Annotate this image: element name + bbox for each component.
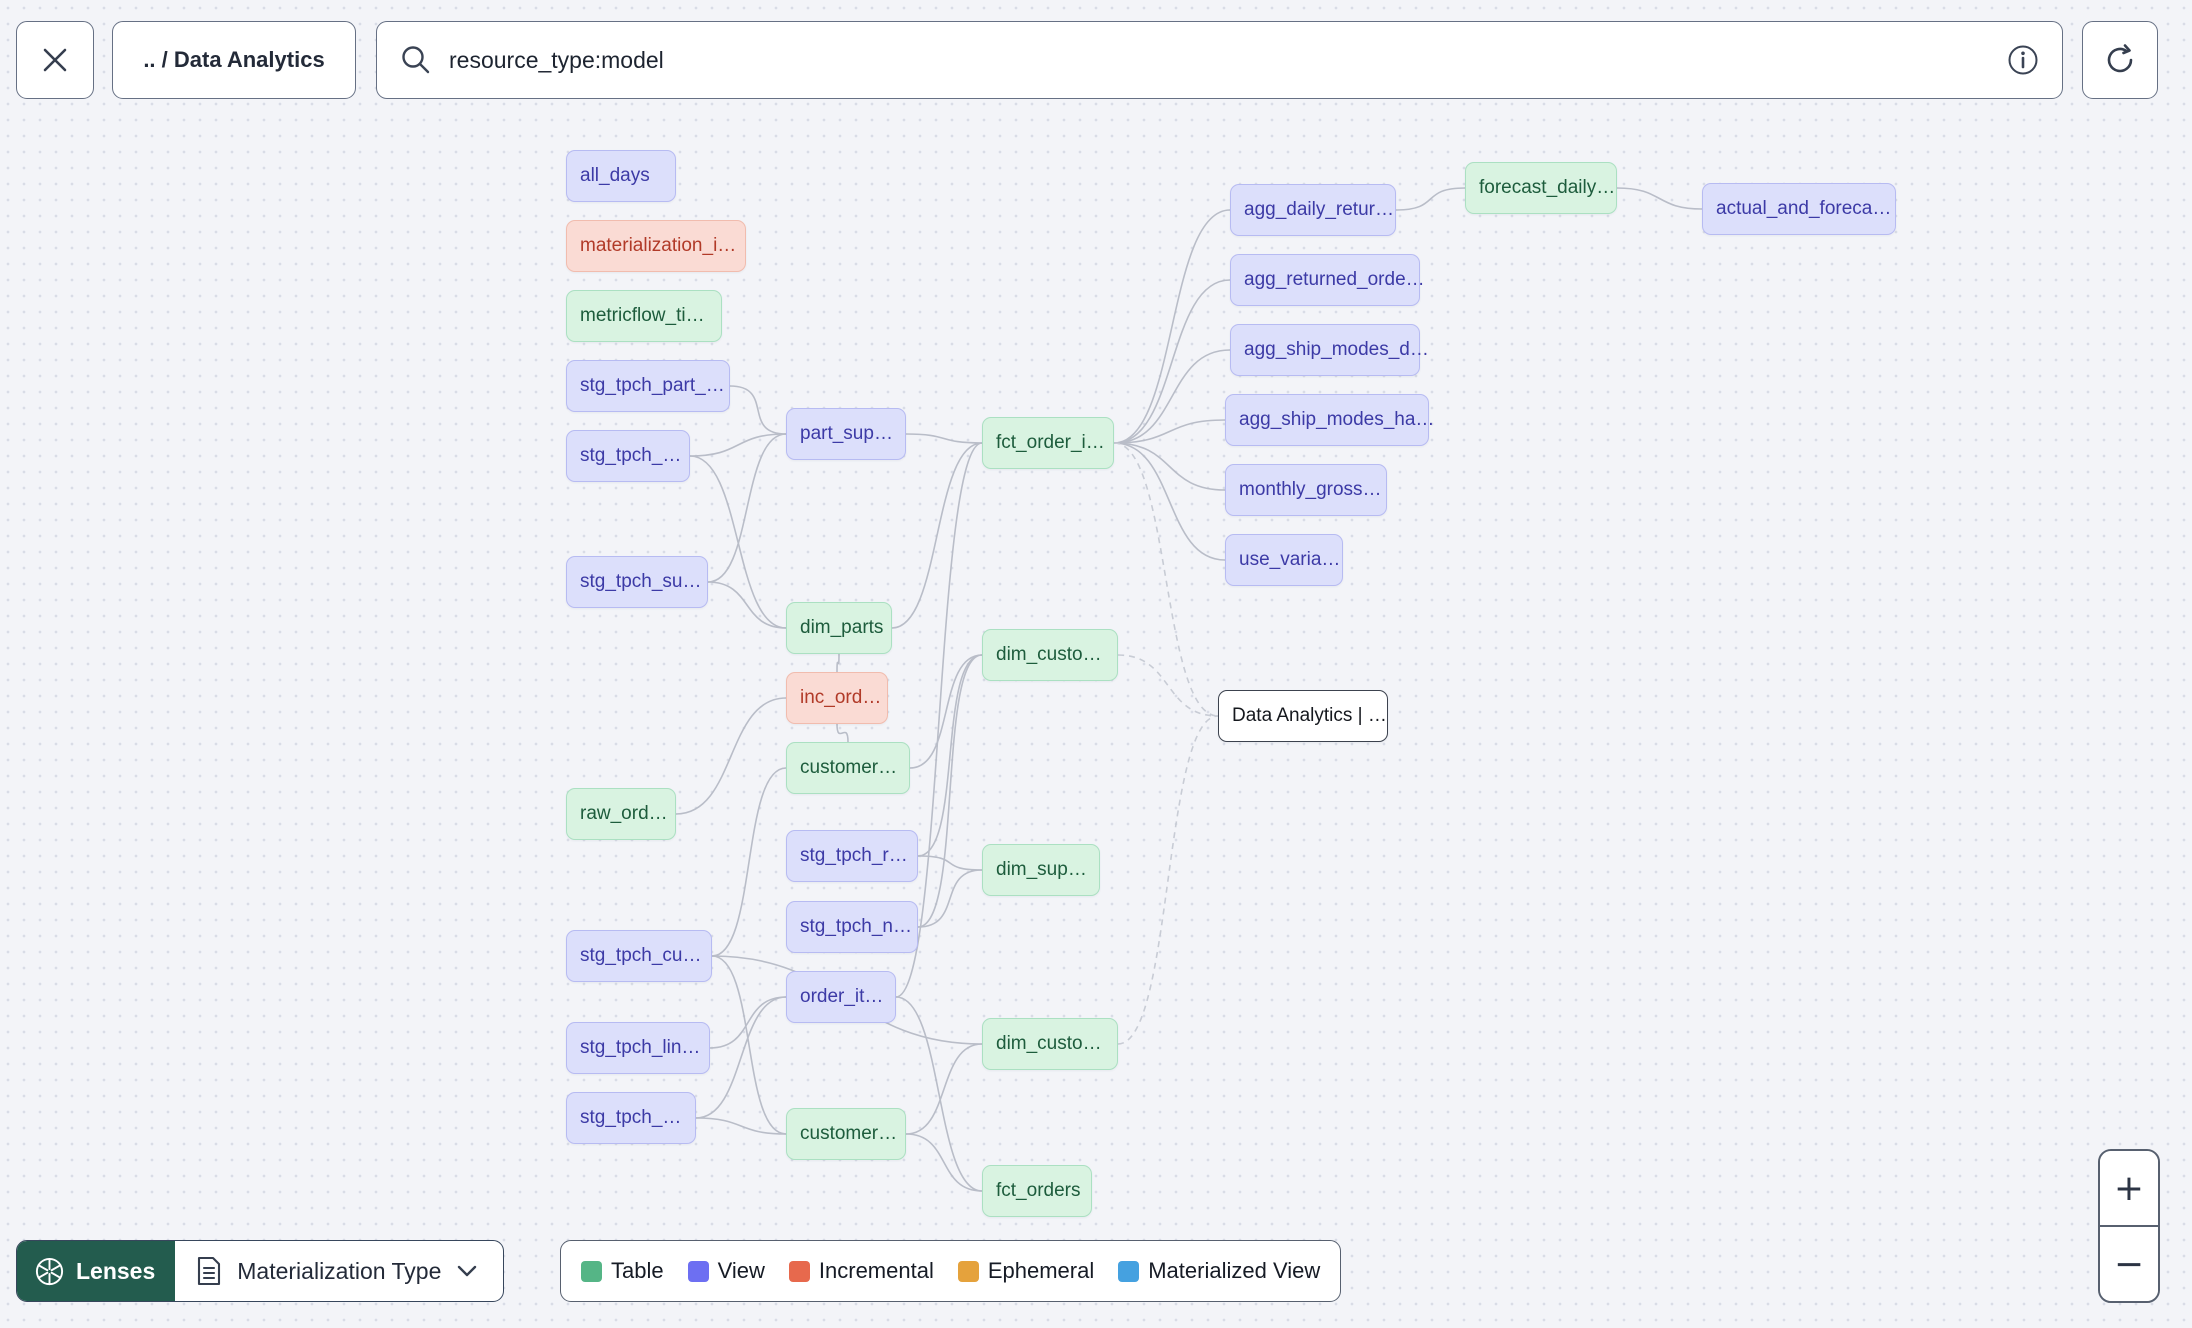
lenses-label: Lenses xyxy=(76,1257,156,1284)
edge xyxy=(836,723,849,743)
edge xyxy=(1113,442,1226,561)
lens-control: Lenses Materialization Type xyxy=(16,1240,505,1302)
legend-label: Materialized View xyxy=(1148,1258,1321,1283)
legend-item-materialized-view: Materialized View xyxy=(1118,1258,1320,1284)
legend-swatch xyxy=(687,1260,709,1282)
edge-dashed xyxy=(1113,442,1219,717)
graph-node-raw_ord[interactable]: raw_ord… xyxy=(566,788,676,840)
graph-node-use_varia[interactable]: use_varia… xyxy=(1225,534,1343,586)
edge xyxy=(689,433,787,457)
edge xyxy=(1113,419,1226,444)
edge xyxy=(711,955,787,1135)
zoom-out-button[interactable]: − xyxy=(2100,1227,2158,1301)
graph-node-inc_ord[interactable]: inc_ord… xyxy=(786,672,888,724)
graph-node-dim_custo2[interactable]: dim_custo… xyxy=(982,1018,1118,1070)
edge xyxy=(707,581,787,629)
legend-item-ephemeral: Ephemeral xyxy=(957,1258,1095,1284)
graph-node-part_sup[interactable]: part_sup… xyxy=(786,408,906,460)
aperture-icon xyxy=(35,1257,64,1285)
info-icon[interactable] xyxy=(2006,43,2040,77)
edge xyxy=(891,442,983,629)
legend-swatch xyxy=(957,1260,979,1282)
legend-swatch xyxy=(581,1260,602,1282)
search-bar[interactable] xyxy=(376,21,2063,99)
graph-node-dim_parts[interactable]: dim_parts xyxy=(786,602,892,654)
edge xyxy=(1113,209,1231,444)
legend-label: Ephemeral xyxy=(987,1258,1095,1283)
edge xyxy=(1616,187,1703,210)
legend-item-table: Table xyxy=(581,1258,664,1284)
edge xyxy=(711,767,787,957)
edge xyxy=(675,697,787,815)
edge-dashed xyxy=(1117,715,1219,1045)
edge xyxy=(905,1133,983,1192)
legend-label: Table xyxy=(611,1258,664,1283)
edge xyxy=(836,653,840,673)
graph-node-monthly_gross[interactable]: monthly_gross… xyxy=(1225,464,1387,516)
search-input[interactable] xyxy=(449,46,2006,74)
edge xyxy=(905,433,983,444)
document-icon xyxy=(198,1256,221,1286)
refresh-icon xyxy=(2107,44,2133,73)
lens-selector[interactable]: Materialization Type xyxy=(175,1241,503,1301)
legend-label: View xyxy=(717,1258,765,1283)
graph-node-forecast_daily[interactable]: forecast_daily… xyxy=(1465,162,1617,214)
lenses-button[interactable]: Lenses xyxy=(17,1241,176,1301)
graph-node-dim_custo1[interactable]: dim_custo… xyxy=(982,629,1118,681)
edge xyxy=(917,654,983,857)
graph-node-order_it[interactable]: order_it… xyxy=(786,971,896,1023)
graph-node-dim_sup[interactable]: dim_sup… xyxy=(982,844,1100,896)
graph-node-agg_ship_ha[interactable]: agg_ship_modes_ha… xyxy=(1225,394,1434,446)
legend-item-view: View xyxy=(687,1258,765,1284)
edge xyxy=(729,385,787,435)
edge xyxy=(1113,442,1226,491)
graph-node-agg_ship_d[interactable]: agg_ship_modes_d… xyxy=(1230,324,1429,376)
graph-node-metricflow[interactable]: metricflow_ti… xyxy=(566,290,722,342)
edge xyxy=(1113,279,1231,444)
graph-node-fct_orders[interactable]: fct_orders xyxy=(982,1165,1092,1217)
graph-node-all_days[interactable]: all_days xyxy=(566,150,676,202)
edge xyxy=(909,654,983,769)
graph-node-stg_part[interactable]: stg_tpch_part_… xyxy=(566,360,730,412)
zoom-in-button[interactable]: + xyxy=(2100,1151,2158,1227)
legend-item-incremental: Incremental xyxy=(788,1258,934,1284)
close-icon xyxy=(43,48,67,72)
zoom-controls: + − xyxy=(2098,1149,2160,1303)
legend-label: Incremental xyxy=(818,1258,934,1283)
graph-node-stg_tpch1[interactable]: stg_tpch_… xyxy=(566,430,690,482)
breadcrumb-label: .. / Data Analytics xyxy=(143,47,325,72)
lens-selector-label: Materialization Type xyxy=(237,1257,442,1284)
graph-node-agg_returned[interactable]: agg_returned_orde… xyxy=(1230,254,1425,306)
graph-node-stg_r[interactable]: stg_tpch_r… xyxy=(786,830,918,882)
graph-node-stg_sup[interactable]: stg_tpch_su… xyxy=(566,556,708,608)
edge-dashed xyxy=(1117,654,1219,717)
graph-node-fct_order_i[interactable]: fct_order_i… xyxy=(982,417,1114,469)
edge xyxy=(917,869,983,928)
graph-node-customer1[interactable]: customer… xyxy=(786,742,910,794)
edge xyxy=(895,996,983,1192)
graph-node-exposure[interactable]: Data Analytics | … xyxy=(1218,690,1388,742)
search-icon xyxy=(402,46,430,74)
graph-node-stg_tpch2[interactable]: stg_tpch_… xyxy=(566,1092,696,1144)
close-button[interactable] xyxy=(16,21,94,99)
edge xyxy=(707,433,787,583)
graph-node-stg_n[interactable]: stg_tpch_n… xyxy=(786,901,918,953)
legend-swatch xyxy=(788,1260,810,1282)
legend-swatch xyxy=(1118,1260,1140,1282)
chevron-down-icon xyxy=(458,1265,477,1277)
breadcrumb[interactable]: .. / Data Analytics xyxy=(112,21,356,99)
graph-node-stg_lin[interactable]: stg_tpch_lin… xyxy=(566,1022,710,1074)
refresh-button[interactable] xyxy=(2082,21,2158,99)
graph-node-materialization[interactable]: materialization_i… xyxy=(566,220,746,272)
edge xyxy=(1395,187,1466,211)
graph-node-actual_forecast[interactable]: actual_and_foreca… xyxy=(1702,183,1896,235)
graph-node-customer2[interactable]: customer… xyxy=(786,1108,906,1160)
graph-node-agg_daily[interactable]: agg_daily_retur… xyxy=(1230,184,1396,236)
lineage-canvas[interactable]: all_days materialization_i… metricflow_ti…… xyxy=(0,0,2192,1328)
materialization-legend: Table View Incremental Ephemeral Materialize… xyxy=(560,1240,1342,1302)
graph-node-stg_cu[interactable]: stg_tpch_cu… xyxy=(566,930,712,982)
